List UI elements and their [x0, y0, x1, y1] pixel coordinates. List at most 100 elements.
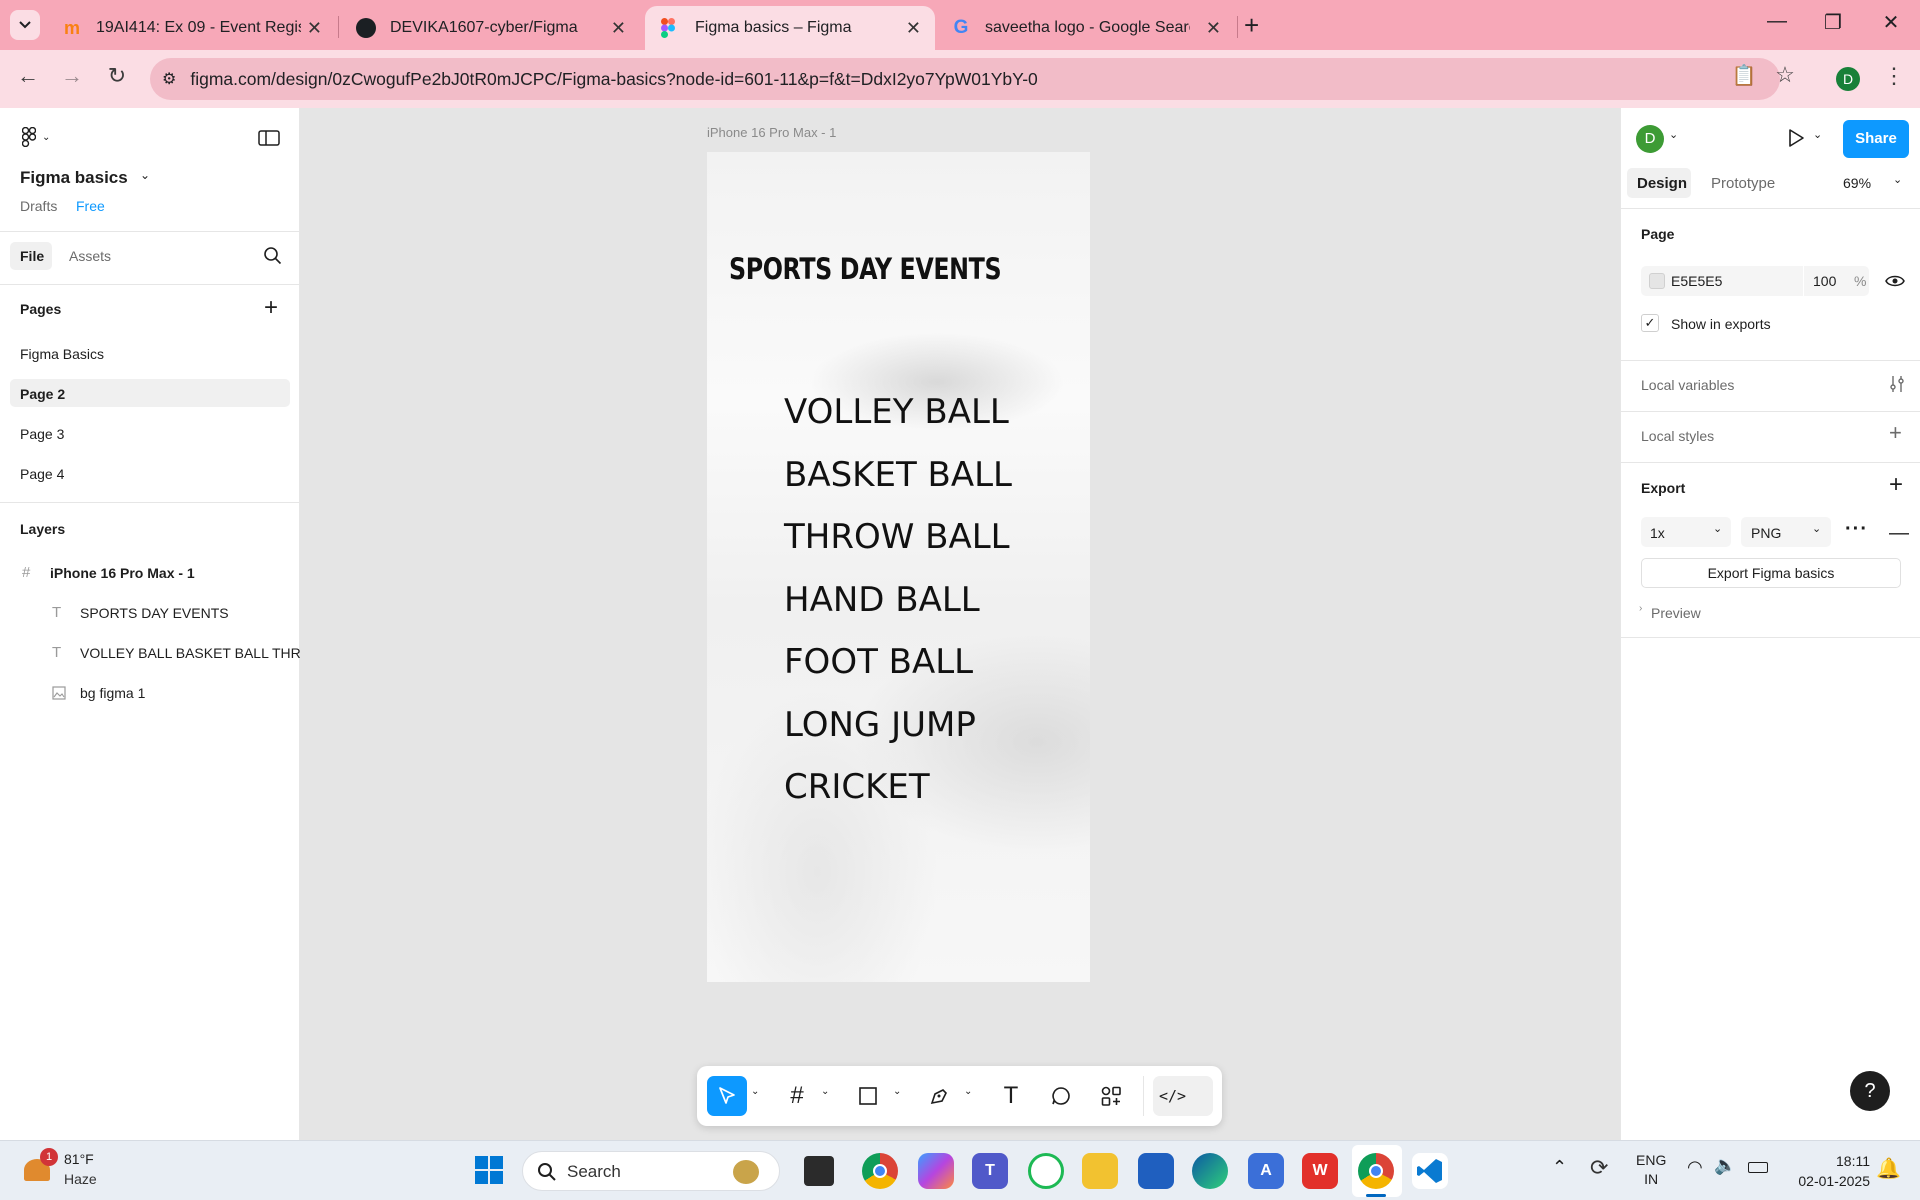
- chevron-down-icon[interactable]: ⌄: [751, 1086, 759, 1097]
- design-canvas[interactable]: iPhone 16 Pro Max - 1 SPORTS DAY EVENTS …: [300, 108, 1620, 1140]
- close-icon[interactable]: ✕: [307, 18, 322, 39]
- event-item[interactable]: HAND BALL: [784, 580, 980, 620]
- wps-icon[interactable]: W: [1302, 1153, 1338, 1189]
- chevron-right-icon[interactable]: ›: [1639, 603, 1642, 614]
- browser-tab-github[interactable]: DEVIKA1607-cyber/Figma ✕: [340, 6, 640, 50]
- chevron-down-icon[interactable]: ⌄: [1893, 173, 1902, 186]
- file-explorer-icon[interactable]: [1082, 1153, 1118, 1189]
- event-item[interactable]: CRICKET: [784, 767, 930, 807]
- taskbar-search[interactable]: Search: [522, 1151, 780, 1191]
- close-icon[interactable]: ✕: [906, 18, 921, 39]
- sync-icon[interactable]: ⟳: [1590, 1155, 1608, 1181]
- move-tool-button[interactable]: [707, 1076, 747, 1116]
- vscode-icon[interactable]: [1412, 1153, 1448, 1189]
- clipboard-icon[interactable]: 📋: [1728, 63, 1760, 88]
- chevron-down-icon[interactable]: ⌄: [821, 1086, 829, 1097]
- notifications-bell-icon[interactable]: 🔔: [1876, 1156, 1901, 1181]
- site-info-icon[interactable]: ⚙: [162, 69, 176, 89]
- event-item[interactable]: FOOT BALL: [784, 642, 973, 682]
- start-button[interactable]: [474, 1155, 504, 1190]
- show-in-exports-checkbox[interactable]: ✓: [1641, 314, 1659, 332]
- close-icon[interactable]: ✕: [1206, 18, 1221, 39]
- browser-tab-google[interactable]: G saveetha logo - Google Search ✕: [935, 6, 1235, 50]
- dev-mode-toggle[interactable]: </>: [1153, 1076, 1213, 1116]
- remove-export-button[interactable]: —: [1889, 522, 1909, 545]
- text-tool-button[interactable]: T: [991, 1076, 1031, 1116]
- chevron-down-icon[interactable]: ⌄: [964, 1086, 972, 1097]
- add-style-button[interactable]: +: [1889, 420, 1902, 446]
- variables-icon[interactable]: [1889, 374, 1905, 399]
- wifi-icon[interactable]: ◠: [1687, 1157, 1703, 1178]
- chevron-down-icon[interactable]: ⌄: [140, 168, 150, 182]
- layer-image[interactable]: bg figma 1: [80, 685, 145, 701]
- local-styles-label[interactable]: Local styles: [1641, 428, 1714, 444]
- tab-design[interactable]: Design: [1637, 175, 1687, 192]
- app-green-icon[interactable]: [1028, 1153, 1064, 1189]
- frame-label[interactable]: iPhone 16 Pro Max - 1: [707, 125, 836, 140]
- search-icon[interactable]: [263, 246, 282, 270]
- forward-button[interactable]: →: [56, 63, 88, 89]
- tab-search-button[interactable]: [10, 10, 40, 40]
- share-button[interactable]: Share: [1843, 120, 1909, 158]
- help-button[interactable]: ?: [1850, 1071, 1890, 1111]
- profile-avatar[interactable]: D: [1836, 67, 1860, 91]
- color-swatch[interactable]: [1649, 273, 1665, 289]
- volume-icon[interactable]: 🔈: [1714, 1155, 1736, 1176]
- event-item[interactable]: VOLLEY BALL: [784, 392, 1009, 432]
- chevron-down-icon[interactable]: ⌄: [1669, 128, 1678, 141]
- page-item-page-3[interactable]: Page 3: [20, 426, 64, 442]
- language-indicator[interactable]: ENG IN: [1636, 1151, 1666, 1189]
- add-export-button[interactable]: +: [1889, 471, 1903, 499]
- page-color-hex[interactable]: E5E5E5: [1671, 273, 1722, 289]
- iphone-frame[interactable]: SPORTS DAY EVENTS VOLLEY BALL BASKET BAL…: [707, 152, 1090, 982]
- page-opacity[interactable]: 100: [1813, 273, 1836, 289]
- browser-tab-moodle[interactable]: m 19AI414: Ex 09 - Event Registrat ✕: [46, 6, 336, 50]
- frame-tool-button[interactable]: #: [777, 1076, 817, 1116]
- main-menu-button[interactable]: ⌄: [22, 127, 50, 147]
- minimize-button[interactable]: —: [1762, 10, 1792, 33]
- local-variables-label[interactable]: Local variables: [1641, 377, 1734, 393]
- event-item[interactable]: LONG JUMP: [784, 705, 976, 745]
- browser-menu-icon[interactable]: ⋮: [1878, 63, 1910, 89]
- drafts-label[interactable]: Drafts: [20, 198, 57, 214]
- more-options-icon[interactable]: ···: [1845, 518, 1868, 541]
- weather-widget[interactable]: 1 81°F Haze: [20, 1148, 110, 1193]
- browser-tab-figma[interactable]: Figma basics – Figma ✕: [645, 6, 935, 50]
- chevron-down-icon[interactable]: ⌄: [1813, 128, 1822, 141]
- back-button[interactable]: ←: [12, 63, 44, 89]
- event-item[interactable]: BASKET BALL: [784, 455, 1012, 495]
- clock[interactable]: 18:11 02-01-2025: [1780, 1151, 1870, 1191]
- present-button[interactable]: [1787, 128, 1805, 153]
- address-bar[interactable]: ⚙ figma.com/design/0zCwogufPe2bJ0tR0mJCP…: [150, 58, 1780, 100]
- layer-text-events[interactable]: VOLLEY BALL BASKET BALL THRO: [80, 645, 300, 661]
- file-explorer-dark-icon[interactable]: [804, 1156, 834, 1186]
- toggle-sidebar-button[interactable]: [258, 130, 280, 151]
- chrome-icon[interactable]: [862, 1153, 898, 1189]
- tab-file-label[interactable]: File: [20, 248, 44, 264]
- plan-badge[interactable]: Free: [76, 198, 105, 214]
- avatar[interactable]: D: [1636, 125, 1664, 153]
- chevron-up-icon[interactable]: ⌃: [1552, 1157, 1567, 1178]
- copilot-icon[interactable]: [918, 1153, 954, 1189]
- chevron-down-icon[interactable]: ⌄: [893, 1086, 901, 1097]
- zoom-level[interactable]: 69%: [1843, 175, 1871, 191]
- file-name[interactable]: Figma basics: [20, 168, 128, 188]
- comment-tool-button[interactable]: [1041, 1076, 1081, 1116]
- eye-icon[interactable]: [1885, 273, 1905, 294]
- restore-button[interactable]: ❐: [1818, 10, 1848, 35]
- page-item-page-2[interactable]: Page 2: [20, 386, 65, 402]
- page-item-page-4[interactable]: Page 4: [20, 466, 64, 482]
- bookmark-star-icon[interactable]: ☆: [1769, 62, 1801, 88]
- new-tab-button[interactable]: +: [1244, 12, 1259, 38]
- store-icon[interactable]: [1138, 1153, 1174, 1189]
- tab-prototype[interactable]: Prototype: [1711, 175, 1775, 192]
- app-blue-icon[interactable]: A: [1248, 1153, 1284, 1189]
- close-window-button[interactable]: ✕: [1876, 10, 1906, 35]
- add-page-button[interactable]: +: [264, 294, 278, 322]
- reload-button[interactable]: ↻: [101, 63, 133, 89]
- layer-text-title[interactable]: SPORTS DAY EVENTS: [80, 605, 229, 621]
- actions-tool-button[interactable]: [1091, 1076, 1131, 1116]
- page-item-figma-basics[interactable]: Figma Basics: [20, 346, 104, 362]
- shape-tool-button[interactable]: [848, 1076, 888, 1116]
- teams-icon[interactable]: T: [972, 1153, 1008, 1189]
